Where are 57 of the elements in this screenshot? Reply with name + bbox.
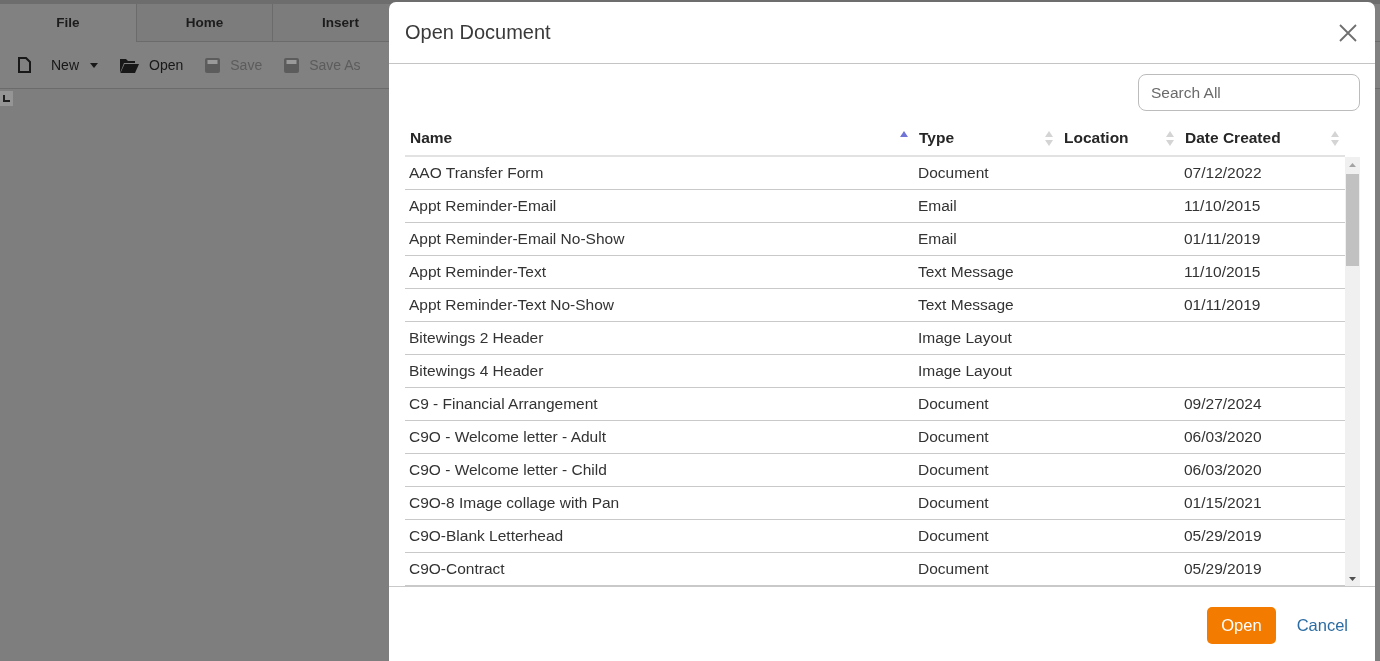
table-cell-text: Appt Reminder-Text No-Show: [408, 296, 615, 314]
table-cell-text: 11/10/2015: [1183, 197, 1261, 215]
caret-icon: [90, 62, 98, 68]
table-cell-text: Bitewings 4 Header: [408, 362, 544, 380]
table-cell-text: C9O-Blank Letterhead: [408, 527, 564, 545]
table-cell-text: 07/12/2022: [1183, 164, 1262, 182]
column-header[interactable]: Location: [1059, 121, 1180, 155]
table-cell-text: Document: [917, 461, 989, 479]
scroll-down-icon[interactable]: [1349, 577, 1356, 581]
table-cell-text: Appt Reminder-Text: [408, 263, 546, 281]
ribbon-tab[interactable]: Home: [136, 4, 272, 42]
scrollbar-thumb[interactable]: [1346, 174, 1359, 266]
table-cell-text: Document: [917, 164, 989, 182]
table-cell-text: 05/29/2019: [1183, 527, 1262, 545]
folder-icon: [120, 57, 139, 73]
table-cell-text: 01/15/2021: [1183, 494, 1262, 512]
table-cell-text: 06/03/2020: [1183, 428, 1262, 446]
table-cell-text: Text Message: [917, 263, 1014, 281]
table-cell-text: Image Layout: [917, 329, 1012, 347]
table-cell-text: Email: [917, 197, 957, 215]
table-cell-text: Document: [917, 494, 989, 512]
table-cell-text: Email: [917, 230, 957, 248]
table-cell-text: Appt Reminder-Email No-Show: [408, 230, 625, 248]
table-cell-text: C9O-8 Image collage with Pan: [408, 494, 620, 512]
table-cell-text: AAO Transfer Form: [408, 164, 544, 182]
table-cell-text: Document: [917, 560, 989, 578]
table-cell-text: C9O - Welcome letter - Child: [408, 461, 607, 479]
table-cell-text: C9 - Financial Arrangement: [408, 395, 598, 413]
scrollbar[interactable]: [1345, 157, 1360, 586]
table-cell-text: C9O - Welcome letter - Adult: [408, 428, 606, 446]
column-header[interactable]: Date Created: [1180, 121, 1345, 155]
table-cell-text: Image Layout: [917, 362, 1012, 380]
table-cell-text: C9O-Contract: [408, 560, 505, 578]
column-header[interactable]: Type: [914, 121, 1059, 155]
toolbar-button[interactable]: Open: [120, 57, 184, 73]
table-cell-text: 06/03/2020: [1183, 461, 1262, 479]
close-icon: [1339, 23, 1357, 42]
cancel-link[interactable]: Cancel: [1296, 607, 1348, 644]
table-cell-text: Document: [917, 395, 989, 413]
table-cell-text: 09/27/2024: [1183, 395, 1262, 413]
table-cell-text: 05/29/2019: [1183, 560, 1262, 578]
table-cell-text: 01/11/2019: [1183, 296, 1261, 314]
dialog-title: Open Document: [405, 21, 551, 44]
close-button[interactable]: [1339, 23, 1357, 42]
document-icon: [18, 57, 31, 73]
open-button[interactable]: Open: [1207, 607, 1276, 644]
table-cell-text: Bitewings 2 Header: [408, 329, 544, 347]
table-cell-text: Document: [917, 527, 989, 545]
ruler-tab-icon[interactable]: [0, 91, 13, 106]
table-cell-text: 01/11/2019: [1183, 230, 1261, 248]
toolbar-button[interactable]: New: [18, 57, 98, 73]
search-field[interactable]: Search All: [1138, 74, 1360, 111]
table-cell-text: Appt Reminder-Email: [408, 197, 557, 215]
table-cell-text: 11/10/2015: [1183, 263, 1261, 281]
column-header[interactable]: Name: [405, 121, 914, 155]
table-cell-text: Document: [917, 428, 989, 446]
table-cell-text: Text Message: [917, 296, 1014, 314]
